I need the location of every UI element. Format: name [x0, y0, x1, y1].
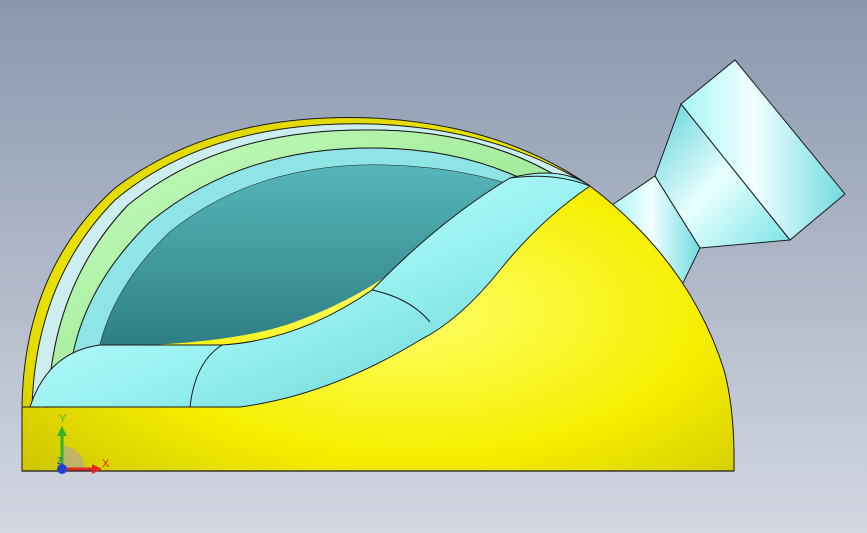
graphics-viewport[interactable]: Y X Z: [0, 0, 867, 533]
triad-y-label: Y: [59, 413, 67, 425]
model-scene[interactable]: [0, 0, 867, 533]
x-axis-head: [92, 464, 102, 474]
y-axis-head: [57, 426, 67, 436]
triad-z-label: Z: [57, 456, 63, 466]
coordinate-triad: Y X Z: [52, 412, 112, 474]
triad-x-label: X: [102, 458, 110, 470]
